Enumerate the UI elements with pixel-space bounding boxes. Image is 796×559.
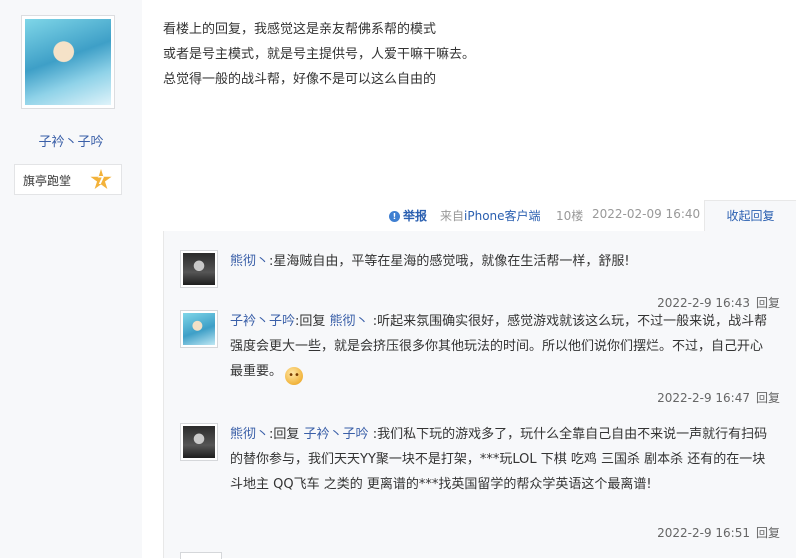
- post-line: 看楼上的回复，我感觉这是亲友帮佛系帮的模式: [163, 22, 437, 37]
- post-content: 看楼上的回复，我感觉这是亲友帮佛系帮的模式 或者是号主模式，就是号主提供号，人爱…: [163, 17, 475, 92]
- client-link[interactable]: iPhone客户端: [464, 209, 541, 223]
- avatar-image: [183, 426, 215, 458]
- reply-author-link[interactable]: 子衿丶子吟: [230, 314, 295, 329]
- grimace-emoji-icon: ••: [285, 367, 304, 385]
- warning-icon: !: [389, 211, 400, 222]
- avatar-image: [183, 313, 215, 345]
- reply-meta: 2022-2-9 16:51 回复: [657, 524, 780, 541]
- reply-body: 子衿丶子吟:回复 熊彻丶 :听起来氛围确实很好，感觉游戏就该这么玩，不过一般来说…: [230, 309, 770, 385]
- reply-panel: 熊彻丶:星海贼自由，平等在星海的感觉哦，就像在生活帮一样，舒服! 2022-2-…: [163, 231, 796, 559]
- source-prefix: 来自: [440, 209, 465, 223]
- forum-level-badge[interactable]: 旗亭跑堂 7: [14, 164, 122, 195]
- reply-button[interactable]: 回复: [756, 526, 780, 540]
- author-name-link[interactable]: 子衿丶子吟: [0, 131, 142, 150]
- post-line: 总觉得一般的战斗帮，好像不是可以这么自由的: [163, 72, 437, 87]
- post-source: 来自iPhone客户端: [440, 207, 541, 224]
- avatar-image: [183, 253, 215, 285]
- reply-meta: 2022-2-9 16:47 回复: [657, 389, 780, 406]
- reply-word: :回复: [269, 427, 300, 442]
- reply-text: 星海贼自由，平等在星海的感觉哦，就像在生活帮一样，舒服!: [273, 254, 630, 269]
- reply-avatar[interactable]: [180, 250, 218, 288]
- reply-time: 2022-2-9 16:51: [657, 526, 750, 540]
- report-label: 举报: [403, 209, 428, 223]
- reply-target-link[interactable]: 子衿丶子吟: [304, 427, 369, 442]
- post-time: 2022-02-09 16:40: [592, 207, 701, 221]
- post-line: 或者是号主模式，就是号主提供号，人爱干嘛干嘛去。: [163, 47, 476, 62]
- avatar-image: [25, 19, 111, 105]
- reply-target-link[interactable]: 熊彻丶: [330, 314, 369, 329]
- reply-avatar[interactable]: [180, 423, 218, 461]
- level-star-icon: 7: [90, 169, 112, 190]
- reply-word: :回复: [295, 314, 326, 329]
- author-sidebar: 子衿丶子吟 旗亭跑堂 7: [0, 0, 142, 558]
- floor-number: 10楼: [556, 209, 584, 223]
- collapse-replies-button[interactable]: 收起回复: [704, 200, 796, 232]
- reply-author-link[interactable]: 熊彻丶: [230, 427, 269, 442]
- reply-time: 2022-2-9 16:47: [657, 391, 750, 405]
- report-button[interactable]: ! 举报: [389, 207, 427, 224]
- reply-body: 熊彻丶:回复 子衿丶子吟 :我们私下玩的游戏多了，玩什么全靠自己自由不来说一声就…: [230, 422, 770, 497]
- author-avatar[interactable]: [21, 15, 115, 109]
- reply-avatar[interactable]: [180, 310, 218, 348]
- reply-button[interactable]: 回复: [756, 391, 780, 405]
- badge-title: 旗亭跑堂: [23, 174, 72, 188]
- reply-author-link[interactable]: 熊彻丶: [230, 254, 269, 269]
- reply-time: 2022-2-9 16:43: [657, 296, 750, 310]
- reply-button[interactable]: 回复: [756, 296, 780, 310]
- reply-body: 熊彻丶:星海贼自由，平等在星海的感觉哦，就像在生活帮一样，舒服!: [230, 249, 770, 274]
